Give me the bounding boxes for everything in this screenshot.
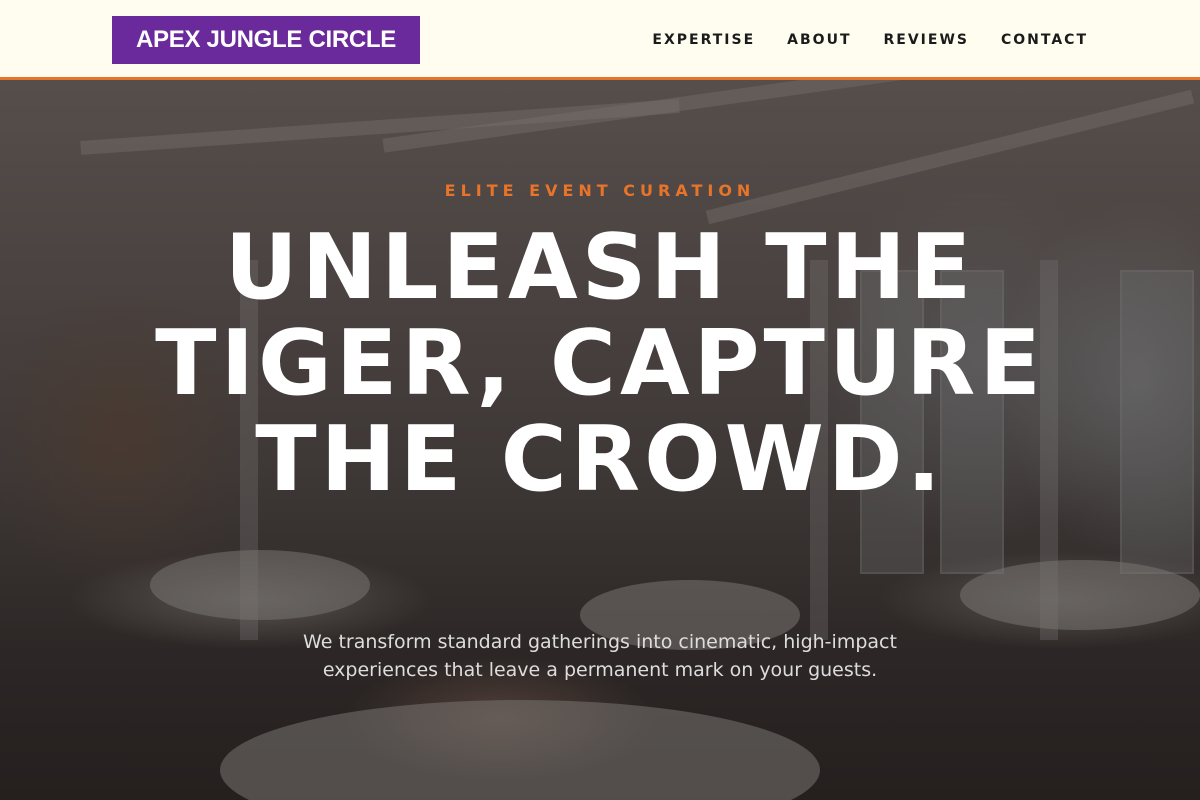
nav-link-about[interactable]: ABOUT	[787, 32, 851, 48]
nav-link-contact[interactable]: CONTACT	[1001, 32, 1088, 48]
hero-subtext: We transform standard gatherings into ci…	[303, 631, 897, 681]
hero-section: ELITE EVENT CURATION UNLEASH THE TIGER, …	[0, 80, 1200, 800]
hero-headline: UNLEASH THE TIGER, CAPTURE THE CROWD.	[155, 215, 1045, 512]
main-nav: EXPERTISE ABOUT REVIEWS CONTACT	[652, 0, 1088, 80]
nav-link-reviews[interactable]: REVIEWS	[884, 32, 969, 48]
brand-logo[interactable]: APEX JUNGLE CIRCLE	[112, 16, 420, 64]
site-header: APEX JUNGLE CIRCLE EXPERTISE ABOUT REVIE…	[0, 0, 1200, 80]
hero-eyebrow: ELITE EVENT CURATION	[444, 181, 756, 200]
nav-link-expertise[interactable]: EXPERTISE	[652, 32, 755, 48]
